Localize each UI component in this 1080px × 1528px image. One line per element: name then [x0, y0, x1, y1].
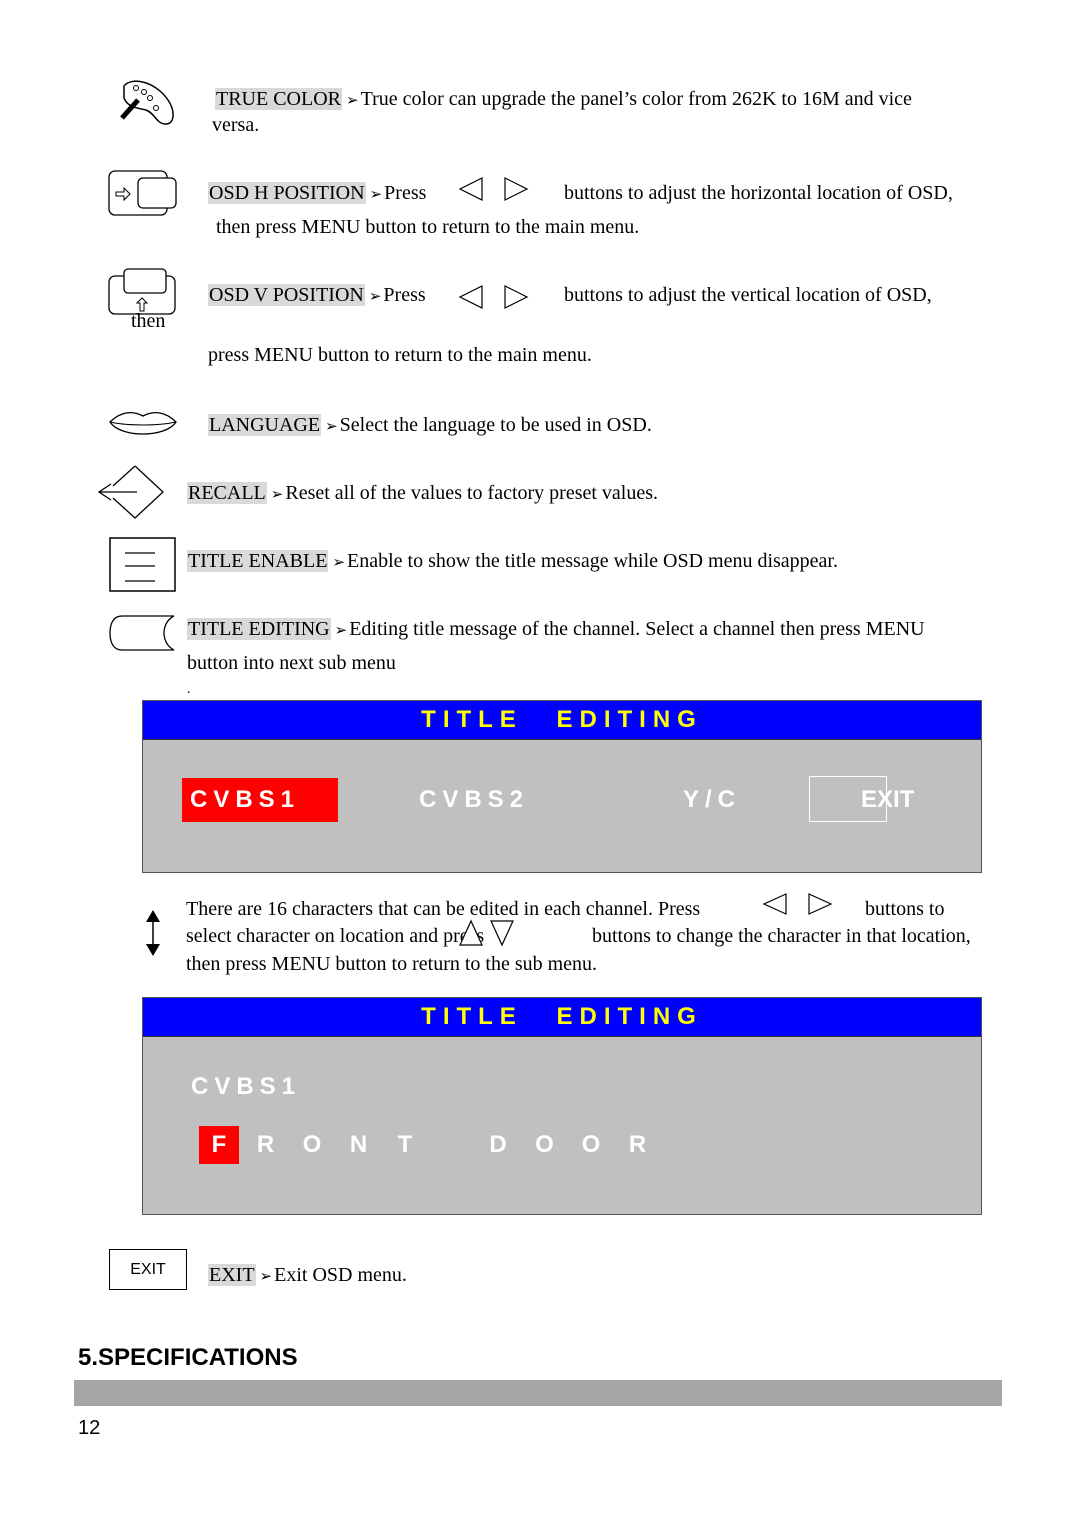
recall-line: RECALL ➢ Reset all of the values to factor…: [187, 481, 658, 507]
osd-v-press: Press: [383, 284, 426, 306]
right-triangle-icon: [504, 177, 529, 201]
title-editing-desc-2: button into next sub menu: [187, 652, 396, 674]
instructions-line-1b: buttons to: [865, 898, 945, 920]
osd-channel-menu: TITLE EDITING CVBS1 CVBS2 Y/C EXIT: [142, 700, 982, 873]
up-down-arrow-icon: [146, 910, 160, 956]
osd-option-cvbs1[interactable]: CVBS1: [182, 778, 338, 822]
bullet-arrow-icon: ➢: [334, 623, 348, 639]
osd-h-desc: buttons to adjust the horizontal locatio…: [564, 182, 953, 204]
exit-icon: EXIT: [109, 1249, 187, 1290]
title-char[interactable]: T: [385, 1126, 425, 1164]
right-triangle-icon: [808, 893, 833, 915]
true-color-line: TRUE COLOR ➢ True color can upgrade the pa…: [215, 87, 912, 113]
exit-desc: Exit OSD menu.: [274, 1264, 407, 1286]
recall-desc: Reset all of the values to factory prese…: [285, 482, 659, 504]
up-triangle-icon: [459, 919, 483, 946]
language-term: LANGUAGE: [208, 414, 322, 436]
right-triangle-icon: [504, 285, 529, 309]
title-enable-desc: Enable to show the title message while O…: [346, 550, 838, 572]
osd-h-line: OSD H POSITION ➢ Press: [208, 181, 426, 207]
osd-title: TITLE EDITING: [143, 701, 981, 740]
title-char[interactable]: O: [292, 1126, 332, 1164]
title-enable-icon: [109, 537, 176, 592]
section-heading: 5.SPECIFICATIONS: [78, 1344, 298, 1371]
osd-v-stray-text: then: [131, 310, 166, 332]
title-char[interactable]: D: [478, 1126, 518, 1164]
bullet-arrow-icon: ➢: [346, 93, 359, 109]
recall-icon: [97, 465, 164, 519]
bullet-arrow-icon: ➢: [332, 555, 345, 571]
title-enable-line: TITLE ENABLE ➢ Enable to show the title me…: [187, 549, 838, 575]
palette-icon: [120, 80, 174, 125]
title-editing-term: TITLE EDITING: [187, 618, 331, 640]
osd-option-cvbs2[interactable]: CVBS2: [419, 778, 529, 822]
osd-v-desc: buttons to adjust the vertical location …: [564, 284, 932, 306]
left-triangle-icon: [458, 285, 483, 309]
osd-title: TITLE EDITING: [143, 998, 981, 1037]
title-editing-desc: Editing title message of the channel. Se…: [349, 618, 925, 640]
recall-term: RECALL: [187, 482, 267, 504]
osd-option-exit[interactable]: EXIT: [861, 778, 914, 822]
osd-v-line: OSD V POSITION ➢ Press: [208, 283, 426, 309]
exit-term: EXIT: [208, 1264, 256, 1286]
lips-icon: [109, 411, 177, 435]
true-color-desc-2: versa.: [212, 114, 260, 136]
osd-channel-label: CVBS1: [191, 1073, 302, 1100]
title-char[interactable]: O: [525, 1126, 565, 1164]
title-editing-icon: [109, 615, 175, 651]
page-number: 12: [78, 1417, 101, 1439]
left-triangle-icon: [762, 893, 787, 915]
instructions-line-2: select character on location and press: [186, 925, 485, 947]
bullet-arrow-icon: ➢: [259, 1269, 273, 1285]
osd-title-edit-menu: TITLE EDITING CVBS1 FRONT DOOR: [142, 997, 982, 1215]
osd-v-desc-2: press MENU button to return to the main …: [208, 344, 592, 366]
true-color-term: TRUE COLOR: [215, 88, 342, 110]
title-char[interactable]: O: [571, 1126, 611, 1164]
down-triangle-icon: [490, 920, 514, 947]
language-desc: Select the language to be used in OSD.: [339, 414, 652, 436]
stray-dot: .: [187, 682, 191, 697]
osd-h-term: OSD H POSITION: [208, 182, 366, 204]
exit-line: EXIT ➢ Exit OSD menu.: [208, 1263, 407, 1289]
left-triangle-icon: [458, 177, 483, 201]
title-char[interactable]: R: [246, 1126, 286, 1164]
title-char-cursor[interactable]: F: [199, 1126, 239, 1164]
osd-h-press: Press: [384, 182, 427, 204]
language-line: LANGUAGE ➢ Select the language to be used …: [208, 413, 652, 439]
title-editing-line: TITLE EDITING ➢ Editing title message of t…: [187, 617, 925, 643]
osd-option-yc[interactable]: Y/C: [683, 778, 741, 822]
bullet-arrow-icon: ➢: [369, 187, 383, 203]
instructions-line-2b: buttons to change the character in that …: [592, 925, 971, 947]
osd-h-position-icon: [108, 170, 177, 216]
title-char[interactable]: N: [339, 1126, 379, 1164]
bullet-arrow-icon: ➢: [325, 419, 338, 435]
instructions-line-1: There are 16 characters that can be edit…: [186, 898, 701, 920]
title-enable-term: TITLE ENABLE: [187, 550, 329, 572]
osd-v-term: OSD V POSITION: [208, 284, 365, 306]
title-char[interactable]: [432, 1126, 472, 1164]
instructions-line-3: then press MENU button to return to the …: [186, 953, 598, 975]
bullet-arrow-icon: ➢: [270, 487, 284, 503]
osd-h-desc-2: then press MENU button to return to the …: [216, 216, 640, 238]
true-color-desc: True color can upgrade the panel’s color…: [360, 88, 912, 110]
title-char[interactable]: R: [618, 1126, 658, 1164]
section-divider-bar: [74, 1380, 1002, 1406]
bullet-arrow-icon: ➢: [368, 289, 382, 305]
